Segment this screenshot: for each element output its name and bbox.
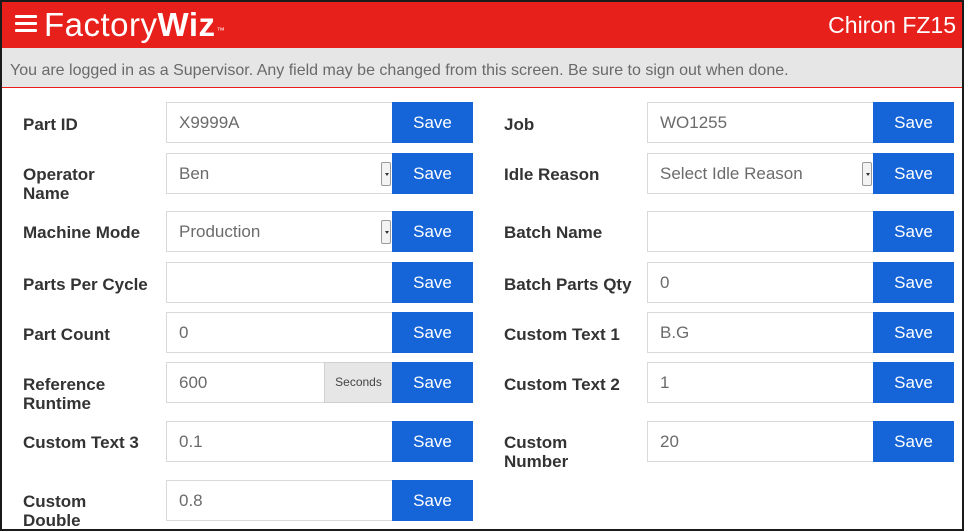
custom-text-2-save-button[interactable]: Save [873, 362, 954, 403]
operator-name-select[interactable]: Ben [166, 153, 392, 194]
factorywiz-logo: FactoryWiz™ [44, 6, 226, 43]
batch-name-label: Batch Name [504, 223, 603, 242]
dropdown-arrow-icon[interactable] [862, 162, 872, 186]
custom-number-label: Custom Number [504, 433, 569, 471]
seconds-unit-addon: Seconds [324, 362, 392, 403]
part-id-label: Part ID [23, 115, 78, 134]
reference-runtime-input[interactable]: 600 [166, 362, 324, 403]
operator-name-save-button[interactable]: Save [392, 153, 473, 194]
batch-parts-qty-label: Batch Parts Qty [504, 275, 632, 294]
part-count-input[interactable]: 0 [166, 312, 392, 353]
parts-per-cycle-label: Parts Per Cycle [23, 275, 148, 294]
custom-text-2-input[interactable]: 1 [647, 362, 873, 403]
custom-text-1-input[interactable]: B.G [647, 312, 873, 353]
dropdown-arrow-icon[interactable] [381, 220, 391, 244]
job-save-button[interactable]: Save [873, 102, 954, 143]
batch-parts-qty-input[interactable]: 0 [647, 262, 873, 303]
custom-double-save-button[interactable]: Save [392, 480, 473, 521]
idle-reason-label: Idle Reason [504, 165, 600, 184]
custom-text-1-save-button[interactable]: Save [873, 312, 954, 353]
hamburger-menu-icon[interactable] [15, 15, 37, 32]
header-bar: FactoryWiz™ Chiron FZ15 [2, 2, 962, 48]
batch-parts-qty-save-button[interactable]: Save [873, 262, 954, 303]
machine-name: Chiron FZ15 [828, 12, 956, 38]
operator-name-label: Operator Name [23, 165, 95, 203]
machine-mode-select[interactable]: Production [166, 211, 392, 252]
parts-per-cycle-input[interactable] [166, 262, 392, 303]
dropdown-arrow-icon[interactable] [381, 162, 391, 186]
custom-double-label: Custom Double [23, 492, 87, 530]
supervisor-notice: You are logged in as a Supervisor. Any f… [2, 48, 962, 88]
app-window: FactoryWiz™ Chiron FZ15 You are logged i… [0, 0, 964, 531]
part-id-save-button[interactable]: Save [392, 102, 473, 143]
idle-reason-select[interactable]: Select Idle Reason [647, 153, 873, 194]
custom-text-1-label: Custom Text 1 [504, 325, 620, 344]
custom-number-input[interactable]: 20 [647, 421, 873, 462]
reference-runtime-save-button[interactable]: Save [392, 362, 473, 403]
job-label: Job [504, 115, 535, 134]
custom-text-3-save-button[interactable]: Save [392, 421, 473, 462]
machine-mode-label: Machine Mode [23, 223, 141, 242]
custom-text-2-label: Custom Text 2 [504, 375, 620, 394]
reference-runtime-label: Reference Runtime [23, 375, 106, 413]
custom-text-3-input[interactable]: 0.1 [166, 421, 392, 462]
custom-number-save-button[interactable]: Save [873, 421, 954, 462]
custom-text-3-label: Custom Text 3 [23, 433, 139, 452]
part-count-label: Part Count [23, 325, 110, 344]
idle-reason-save-button[interactable]: Save [873, 153, 954, 194]
batch-name-save-button[interactable]: Save [873, 211, 954, 252]
custom-double-input[interactable]: 0.8 [166, 480, 392, 521]
part-id-input[interactable]: X9999A [166, 102, 392, 143]
part-count-save-button[interactable]: Save [392, 312, 473, 353]
machine-mode-save-button[interactable]: Save [392, 211, 473, 252]
parts-per-cycle-save-button[interactable]: Save [392, 262, 473, 303]
batch-name-input[interactable] [647, 211, 873, 252]
job-input[interactable]: WO1255 [647, 102, 873, 143]
